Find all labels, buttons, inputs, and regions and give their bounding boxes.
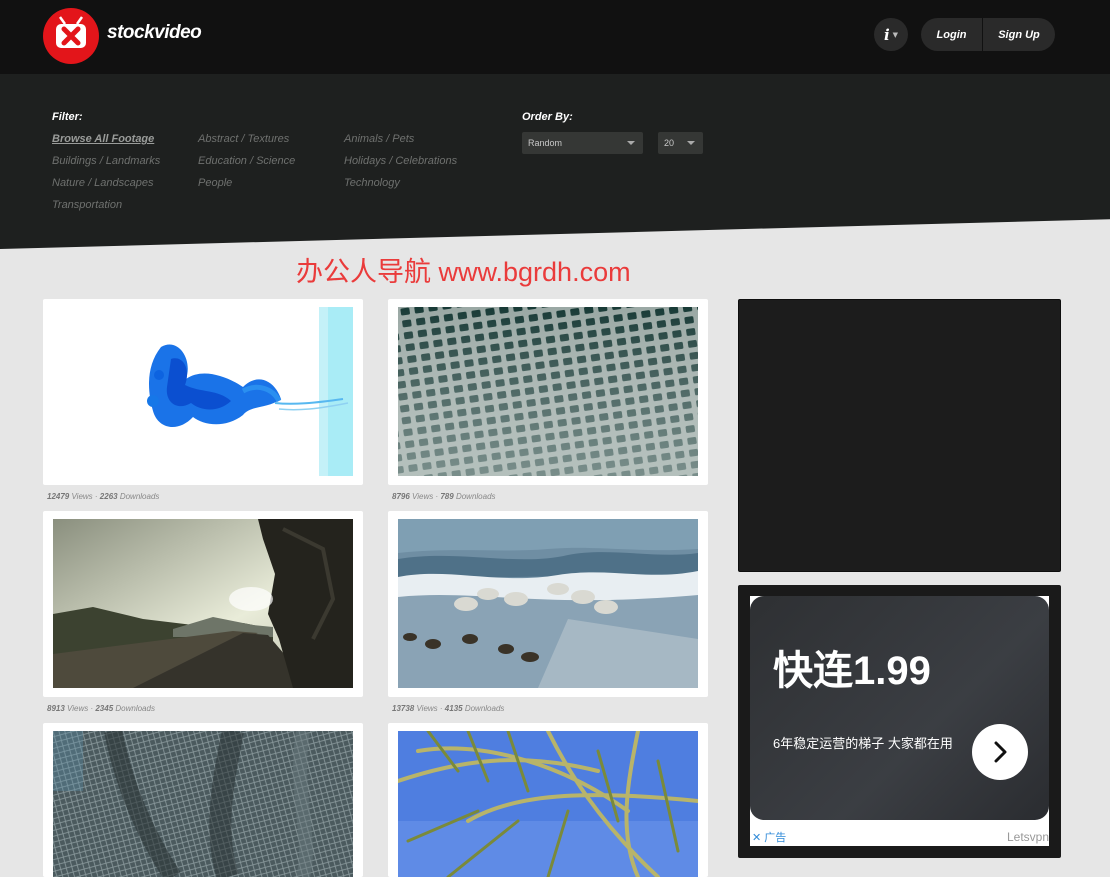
video-card[interactable] bbox=[43, 299, 363, 485]
video-stats: 8913 Views · 2345 Downloads bbox=[47, 704, 155, 713]
video-card[interactable] bbox=[388, 299, 708, 485]
info-icon: i bbox=[883, 25, 890, 44]
login-button[interactable]: Login bbox=[921, 18, 983, 51]
count-select[interactable]: 20 bbox=[658, 132, 703, 154]
logo-icon[interactable] bbox=[43, 8, 99, 64]
video-stats: 12479 Views · 2263 Downloads bbox=[47, 492, 160, 501]
video-stats: 13738 Views · 4135 Downloads bbox=[392, 704, 505, 713]
ad-go-button[interactable] bbox=[972, 724, 1028, 780]
ad-close-tag[interactable]: ✕ 广告 bbox=[752, 829, 786, 845]
top-bar: stockvideo i ▼ Login Sign Up bbox=[0, 0, 1110, 74]
sort-select-value: Random bbox=[528, 138, 563, 148]
signup-button[interactable]: Sign Up bbox=[983, 18, 1055, 51]
ad-brand: Letsvpn bbox=[1006, 830, 1049, 844]
category-buildings-landmarks[interactable]: Buildings / Landmarks bbox=[52, 155, 160, 167]
video-thumbnail[interactable] bbox=[398, 519, 698, 688]
chevron-down-icon bbox=[687, 141, 695, 145]
video-card[interactable] bbox=[388, 511, 708, 697]
video-thumbnail[interactable] bbox=[398, 307, 698, 476]
chevron-down-icon: ▼ bbox=[892, 30, 899, 39]
video-thumbnail[interactable] bbox=[53, 307, 353, 476]
filter-panel: Filter: Browse All Footage Abstract / Te… bbox=[0, 74, 1110, 249]
video-card[interactable] bbox=[43, 723, 363, 877]
count-select-value: 20 bbox=[664, 138, 675, 148]
video-card[interactable] bbox=[43, 511, 363, 697]
auth-buttons: Login Sign Up bbox=[921, 18, 1055, 51]
category-people[interactable]: People bbox=[198, 177, 232, 189]
filter-label: Filter: bbox=[52, 111, 83, 123]
category-technology[interactable]: Technology bbox=[344, 177, 400, 189]
category-holidays-celebrations[interactable]: Holidays / Celebrations bbox=[344, 155, 457, 167]
category-transportation[interactable]: Transportation bbox=[52, 199, 122, 211]
video-thumbnail[interactable] bbox=[53, 731, 353, 877]
ad-card[interactable]: 快连1.99 6年稳定运营的梯子 大家都在用 bbox=[750, 596, 1049, 820]
chevron-right-icon bbox=[994, 741, 1007, 763]
brand-name[interactable]: stockvideo bbox=[107, 22, 202, 44]
video-thumbnail[interactable] bbox=[53, 519, 353, 688]
ad-content[interactable]: 快连1.99 6年稳定运营的梯子 大家都在用 ✕ 广告 Letsvpn bbox=[750, 596, 1049, 846]
category-browse-all[interactable]: Browse All Footage bbox=[52, 133, 154, 145]
video-stats: 8796 Views · 789 Downloads bbox=[392, 492, 496, 501]
category-animals-pets[interactable]: Animals / Pets bbox=[344, 133, 414, 145]
order-by-label: Order By: bbox=[522, 111, 573, 123]
category-abstract-textures[interactable]: Abstract / Textures bbox=[198, 133, 289, 145]
category-nature-landscapes[interactable]: Nature / Landscapes bbox=[52, 177, 154, 189]
chevron-down-icon bbox=[627, 141, 635, 145]
sort-select[interactable]: Random bbox=[522, 132, 643, 154]
ad-banner: 快连1.99 6年稳定运营的梯子 大家都在用 ✕ 广告 Letsvpn bbox=[738, 585, 1061, 858]
video-card[interactable] bbox=[388, 723, 708, 877]
ad-subtitle: 6年稳定运营的梯子 大家都在用 bbox=[773, 736, 953, 751]
watermark-text: 办公人导航 www.bgrdh.com bbox=[296, 257, 631, 287]
video-thumbnail[interactable] bbox=[398, 731, 698, 877]
info-menu-button[interactable]: i ▼ bbox=[874, 18, 908, 51]
ad-title: 快连1.99 bbox=[773, 649, 931, 693]
category-education-science[interactable]: Education / Science bbox=[198, 155, 295, 167]
ad-placeholder bbox=[738, 299, 1061, 572]
